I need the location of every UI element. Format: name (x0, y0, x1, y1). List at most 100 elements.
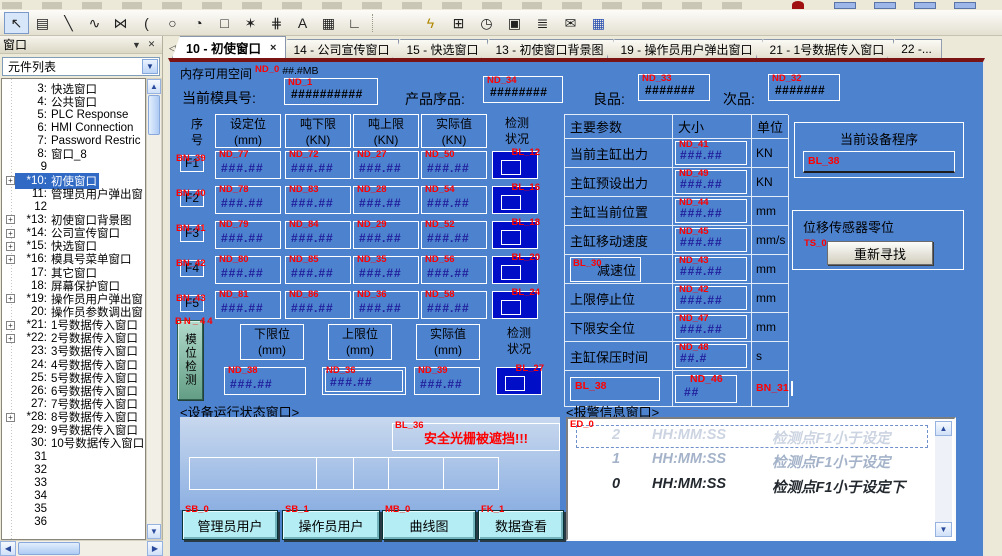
state-segment[interactable] (388, 457, 444, 490)
tree-expander-icon[interactable]: + (6, 334, 15, 343)
scroll-left-icon[interactable]: ◀ (0, 541, 16, 556)
alarm-row[interactable]: 2 HH:MM:SS 检测点F1小于设定 (568, 427, 932, 449)
connector-tool[interactable]: ⋈ (108, 12, 133, 34)
mold-lower-limit-field[interactable]: ND_38 ###.## (224, 367, 306, 395)
state-segment[interactable] (316, 457, 354, 490)
state-segment[interactable] (443, 457, 499, 490)
set-position-field[interactable]: ND_77 ###.## (215, 151, 281, 179)
alarm-list[interactable]: ED_0 2 HH:MM:SS 检测点F1小于设定 1 HH:MM:SS 检测点… (566, 417, 956, 541)
row-id-box[interactable]: BN_42 F4 (180, 260, 204, 277)
tree-vertical-scrollbar[interactable]: ▲ ▼ (146, 78, 162, 540)
window-tab[interactable]: 13 - 初使窗口背景图 × (481, 39, 613, 58)
tree-expander-icon[interactable]: + (6, 229, 15, 238)
tree-expander-icon[interactable]: + (6, 413, 15, 422)
polygon-tool[interactable]: ✶ (238, 12, 263, 34)
scroll-thumb[interactable] (18, 542, 80, 555)
mold-upper-limit-field[interactable]: ND_36 ###.## (322, 367, 406, 395)
window-tab[interactable]: 19 - 操作员用户弹出窗口 × (607, 39, 763, 58)
window-tab[interactable]: 14 - 公司宣传窗口 × (279, 39, 399, 58)
data-grid-icon[interactable]: ▦ (586, 12, 611, 34)
tree-expander-icon[interactable]: + (6, 255, 15, 264)
select-tool[interactable]: ↖ (4, 12, 29, 34)
data-view-button[interactable]: FK_1 数据查看 (478, 510, 564, 540)
tree-item[interactable]: + 34 (2, 489, 145, 502)
tree-item[interactable]: + 32 (2, 463, 145, 476)
row-id-box[interactable]: BN_40 F2 (180, 190, 204, 207)
component-list-combobox[interactable]: 元件列表 ▼ (2, 57, 160, 76)
line-tool[interactable]: ╲ (56, 12, 81, 34)
scale-tool[interactable]: ⋕ (264, 12, 289, 34)
actual-value-field[interactable]: ND_54 ###.## (421, 186, 487, 214)
safety-grating-alarm[interactable]: BL_36 安全光栅被遮挡!!! (392, 423, 560, 451)
pie-tool[interactable]: ◔ (186, 12, 211, 34)
window-tab[interactable]: 22 -... × (887, 39, 942, 58)
param-value-field[interactable]: ND_48 ##.# (675, 344, 747, 368)
window-list-icon[interactable]: ⊞ (446, 12, 471, 34)
scroll-down-icon[interactable]: ▼ (147, 524, 161, 539)
tree-expander-icon[interactable]: + (6, 176, 15, 185)
row-id-box[interactable]: BN_39 F1 (180, 155, 204, 172)
window-tab[interactable]: 10 - 初使窗口 × (172, 36, 286, 58)
window-tab[interactable]: 15 - 快选窗口 × (392, 39, 488, 58)
upper-limit-field[interactable]: ND_28 ###.## (353, 186, 419, 214)
alarm-scrollbar[interactable]: ▲ ▼ (935, 421, 952, 537)
set-position-field[interactable]: ND_79 ###.## (215, 221, 281, 249)
actual-value-field[interactable]: ND_52 ###.## (421, 221, 487, 249)
lower-limit-field[interactable]: ND_83 ###.## (285, 186, 351, 214)
mold-actual-value-field[interactable]: ND_39 ###.## (414, 367, 480, 395)
detect-status-lamp[interactable]: BL_20 (492, 256, 538, 284)
tree-expander-icon[interactable]: + (6, 242, 15, 251)
scroll-up-icon[interactable]: ▲ (935, 421, 952, 436)
tree-item[interactable]: + 11: 管理员用户弹出窗 (2, 187, 145, 200)
scroll-right-icon[interactable]: ▶ (147, 541, 163, 556)
clipboard-clock-icon[interactable]: ▣ (502, 12, 527, 34)
chevron-down-icon[interactable]: ▼ (142, 59, 158, 74)
design-canvas[interactable]: 内存可用空间 ND_0 ##.#MB 当前模具号: ND_1 #########… (168, 58, 985, 556)
mold-detect-status-lamp[interactable]: BL_27 (496, 367, 542, 395)
tree-item[interactable]: + 8: 窗口_8 (2, 148, 145, 161)
send-mail-icon[interactable]: ✉ (558, 12, 583, 34)
scroll-up-icon[interactable]: ▲ (147, 79, 161, 94)
state-segment[interactable] (189, 457, 317, 490)
tab-close-icon[interactable]: × (270, 42, 276, 54)
tree-item[interactable]: + 36 (2, 516, 145, 529)
upper-limit-field[interactable]: ND_29 ###.## (353, 221, 419, 249)
admin-user-button[interactable]: SB_0 管理员用户 (182, 510, 278, 540)
report-icon[interactable]: ≣ (530, 12, 555, 34)
detect-status-lamp[interactable]: BL_16 (492, 186, 538, 214)
scroll-thumb[interactable] (148, 95, 160, 135)
bn31-box[interactable] (791, 381, 793, 396)
image-tool[interactable]: ▦ (316, 12, 341, 34)
state-segment[interactable] (353, 457, 389, 490)
mold-number-field[interactable]: ND_1 ########## (284, 78, 378, 105)
tree-horizontal-scrollbar[interactable]: ◀ ▶ (0, 540, 163, 556)
param-value-field[interactable]: ND_47 ###.## (675, 315, 747, 339)
program-status-field[interactable]: BL_38 (570, 377, 660, 401)
detect-status-lamp[interactable]: BL_24 (492, 291, 538, 319)
mold-detect-button[interactable]: BN_44 模位检测 (177, 320, 203, 400)
param-value-field[interactable]: ND_49 ###.## (675, 170, 747, 194)
counter-field[interactable]: ND_46 ## (675, 375, 737, 403)
row-id-box[interactable]: BN_43 F5 (180, 295, 204, 312)
tree-expander-icon[interactable]: + (6, 215, 15, 224)
pane-close-icon[interactable]: ✕ (144, 38, 159, 52)
detect-status-lamp[interactable]: BL_18 (492, 221, 538, 249)
arc-tool[interactable]: ( (134, 12, 159, 34)
tree-item[interactable]: + 5: PLC Response (2, 108, 145, 121)
row-id-box[interactable]: BN_41 F3 (180, 225, 204, 242)
rect-tool[interactable]: □ (212, 12, 237, 34)
detect-status-lamp[interactable]: BL_12 (492, 151, 538, 179)
actual-value-field[interactable]: ND_56 ###.## (421, 256, 487, 284)
lower-limit-field[interactable]: ND_84 ###.## (285, 221, 351, 249)
upper-limit-field[interactable]: ND_35 ###.## (353, 256, 419, 284)
lower-limit-field[interactable]: ND_85 ###.## (285, 256, 351, 284)
param-value-field[interactable]: ND_43 ###.## (675, 257, 747, 281)
ellipse-tool[interactable]: ○ (160, 12, 185, 34)
lower-limit-field[interactable]: ND_86 ###.## (285, 291, 351, 319)
bad-count-field[interactable]: ND_32 ####### (768, 74, 840, 101)
compile-icon[interactable]: ϟ (418, 12, 443, 34)
schedule-clock-icon[interactable]: ◷ (474, 12, 499, 34)
re-search-button[interactable]: TS_0 重新寻找 (827, 241, 933, 265)
alarm-row[interactable]: 0 HH:MM:SS 检测点F1小于设定下 (568, 476, 932, 498)
pane-dropdown-icon[interactable]: ▼ (129, 38, 144, 52)
